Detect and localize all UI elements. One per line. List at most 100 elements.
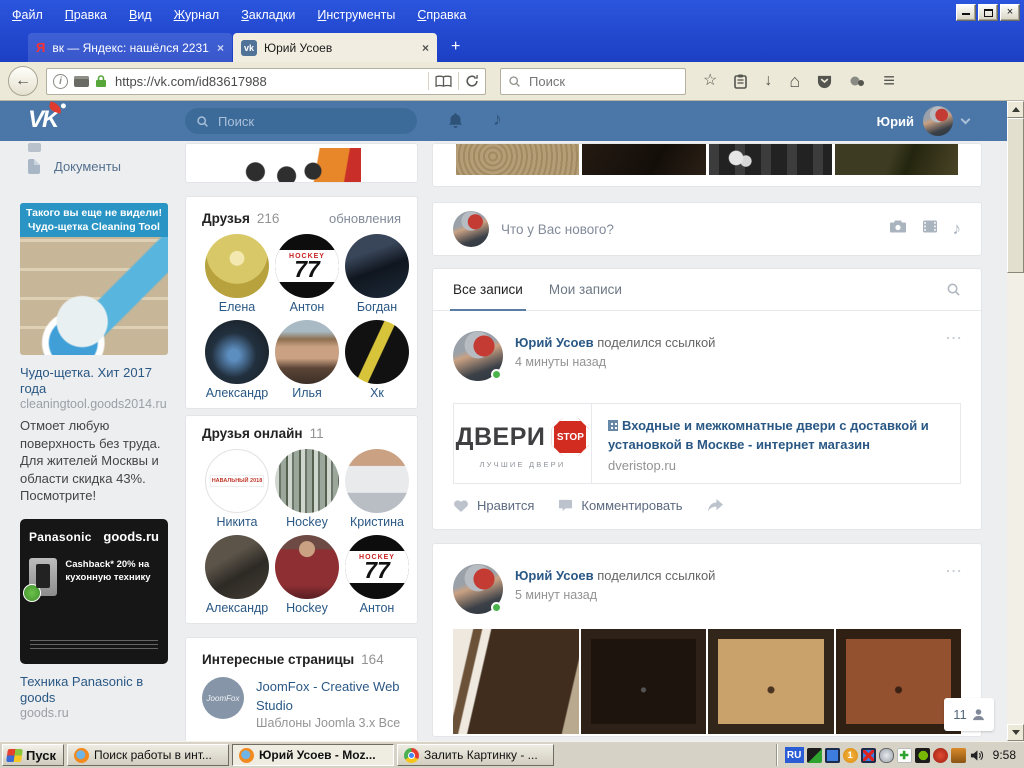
language-indicator[interactable]: RU xyxy=(784,747,804,763)
photo-thumbnail[interactable] xyxy=(708,144,832,175)
page-scrollbar[interactable] xyxy=(1007,101,1024,741)
task-button-firefox-2-active[interactable]: Юрий Усоев - Moz... xyxy=(232,744,394,766)
music-note-icon[interactable]: ♪ xyxy=(493,109,502,130)
friends-title[interactable]: Друзья xyxy=(202,211,250,226)
comment-button[interactable]: Комментировать xyxy=(558,498,683,513)
post-author-link[interactable]: Юрий Усоев xyxy=(515,568,594,583)
tab-all-posts[interactable]: Все записи xyxy=(450,269,526,311)
friend-avatar[interactable]: HOCKEY 77 xyxy=(275,234,339,298)
site-info-icon[interactable]: i xyxy=(53,73,68,89)
task-button-firefox-1[interactable]: Поиск работы в инт... xyxy=(67,744,229,766)
friend-name[interactable]: Александр xyxy=(206,386,269,402)
menu-tools[interactable]: Инструменты xyxy=(317,8,395,22)
friend-avatar[interactable] xyxy=(275,449,339,513)
friend-item[interactable]: Богдан xyxy=(342,234,412,316)
permissions-icon[interactable] xyxy=(74,75,89,87)
share-button[interactable] xyxy=(707,498,724,513)
menu-bookmarks[interactable]: Закладки xyxy=(241,8,295,22)
page-avatar[interactable]: JoomFox xyxy=(202,677,244,719)
friend-avatar[interactable] xyxy=(345,320,409,384)
post-author-avatar[interactable] xyxy=(453,564,503,614)
scrollbar-thumb[interactable] xyxy=(1007,118,1024,273)
ad-title-link[interactable]: Техника Panasonic в goods xyxy=(20,674,170,706)
tray-update-badge-icon[interactable]: 1 xyxy=(842,747,858,763)
friend-item[interactable]: Елена xyxy=(202,234,272,316)
task-button-chrome[interactable]: Залить Картинку - ... xyxy=(397,744,554,766)
friends-updates-link[interactable]: обновления xyxy=(329,211,401,226)
maximize-button[interactable] xyxy=(978,4,998,21)
minimize-button[interactable] xyxy=(956,4,976,21)
ad-image[interactable]: Такого вы еще не видели! Чудо-щетка Clea… xyxy=(20,203,168,355)
friend-item[interactable]: HOCKEY 77 Антон xyxy=(342,535,412,617)
friend-item[interactable]: Hockey xyxy=(272,535,342,617)
shared-link-card[interactable]: ДВЕРИ STOP ЛУЧШИЕ ДВЕРИ Входные и межком… xyxy=(453,403,961,484)
ad-block-panasonic[interactable]: Panasonic goods.ru Cashback* 20% на кухо… xyxy=(20,518,170,721)
friend-avatar[interactable] xyxy=(275,535,339,599)
tray-ati-icon[interactable] xyxy=(932,747,948,763)
back-button[interactable]: ← xyxy=(8,66,38,96)
menu-hamburger-icon[interactable]: ≡ xyxy=(883,70,895,93)
menu-help[interactable]: Справка xyxy=(417,8,466,22)
door-photo[interactable] xyxy=(580,629,706,734)
page-name[interactable]: JoomFox - Creative Web Studio xyxy=(256,677,401,715)
ad-image[interactable]: Panasonic goods.ru Cashback* 20% на кухо… xyxy=(20,518,168,664)
tray-nvidia-icon[interactable] xyxy=(914,747,930,763)
post-timestamp[interactable]: 4 минуты назад xyxy=(515,355,715,369)
friends-online-title[interactable]: Друзья онлайн xyxy=(202,426,303,441)
vk-search-input[interactable] xyxy=(216,112,386,130)
photo-thumbnail[interactable] xyxy=(582,144,706,175)
friend-name[interactable]: Илья xyxy=(292,386,322,402)
composer-placeholder[interactable]: Что у Вас нового? xyxy=(501,222,877,237)
friend-item[interactable]: Илья xyxy=(272,320,342,402)
bookmarks-panel-icon[interactable] xyxy=(734,74,748,89)
friend-avatar[interactable]: HOCKEY 77 xyxy=(345,535,409,599)
post-composer[interactable]: Что у Вас нового? ♪ xyxy=(432,202,982,256)
friend-name[interactable]: Кристина xyxy=(350,515,404,531)
tray-volume-icon[interactable] xyxy=(969,748,984,763)
tab-yandex[interactable]: Я вк — Яндекс: нашёлся 2231... × xyxy=(28,33,232,62)
ad-block-cleaning-tool[interactable]: Такого вы еще не видели! Чудо-щетка Clea… xyxy=(20,203,170,505)
url-input[interactable] xyxy=(113,72,422,90)
friend-item[interactable]: HOCKEY 77 Антон xyxy=(272,234,342,316)
post-author-avatar[interactable] xyxy=(453,331,503,381)
new-tab-button[interactable]: + xyxy=(451,38,460,56)
friend-avatar[interactable] xyxy=(275,320,339,384)
friend-item[interactable]: НАВАЛЬНЫЙ 2018 Никита xyxy=(202,449,272,531)
friend-name[interactable]: Богдан xyxy=(357,300,397,316)
url-bar[interactable]: i xyxy=(46,67,486,95)
link-title[interactable]: Входные и межкомнатные двери с доставкой… xyxy=(608,416,944,454)
notifications-bell-icon[interactable] xyxy=(447,112,464,129)
friend-name[interactable]: Hockey xyxy=(286,601,328,617)
post-author-link[interactable]: Юрий Усоев xyxy=(515,335,594,350)
tab-my-posts[interactable]: Мои записи xyxy=(549,269,622,310)
photo-thumbnail[interactable] xyxy=(456,144,580,175)
door-photo[interactable] xyxy=(708,629,834,734)
friend-avatar[interactable]: НАВАЛЬНЫЙ 2018 xyxy=(205,449,269,513)
door-photo[interactable] xyxy=(453,629,579,734)
start-button[interactable]: Пуск xyxy=(2,744,64,766)
menu-file[interactable]: Файл xyxy=(12,8,43,22)
tray-antivirus-icon[interactable]: ✚ xyxy=(900,749,909,762)
friend-avatar[interactable] xyxy=(205,535,269,599)
camera-icon[interactable] xyxy=(889,219,907,239)
friend-avatar[interactable] xyxy=(205,234,269,298)
vk-search[interactable] xyxy=(185,108,417,134)
menu-history[interactable]: Журнал xyxy=(174,8,220,22)
post-menu-icon[interactable]: ... xyxy=(946,560,963,575)
tray-mouse-icon[interactable] xyxy=(878,747,894,763)
forget-icon[interactable] xyxy=(849,74,865,88)
online-friends-widget[interactable]: 11 xyxy=(944,698,994,731)
home-icon[interactable]: ⌂ xyxy=(789,72,800,90)
photo-thumbnail[interactable] xyxy=(834,144,958,175)
tray-network-icon[interactable] xyxy=(860,747,876,763)
tray-app-icon[interactable] xyxy=(950,747,966,763)
friend-name[interactable]: Хк xyxy=(370,386,384,402)
friend-name[interactable]: Александр xyxy=(206,601,269,617)
friend-avatar[interactable] xyxy=(345,449,409,513)
friend-item[interactable]: Хк xyxy=(342,320,412,402)
door-photo[interactable] xyxy=(835,629,961,734)
tray-display-icon[interactable] xyxy=(824,747,840,763)
friend-item[interactable]: Александр xyxy=(202,320,272,402)
close-button[interactable]: × xyxy=(1000,4,1020,21)
friend-item[interactable]: Hockey xyxy=(272,449,342,531)
